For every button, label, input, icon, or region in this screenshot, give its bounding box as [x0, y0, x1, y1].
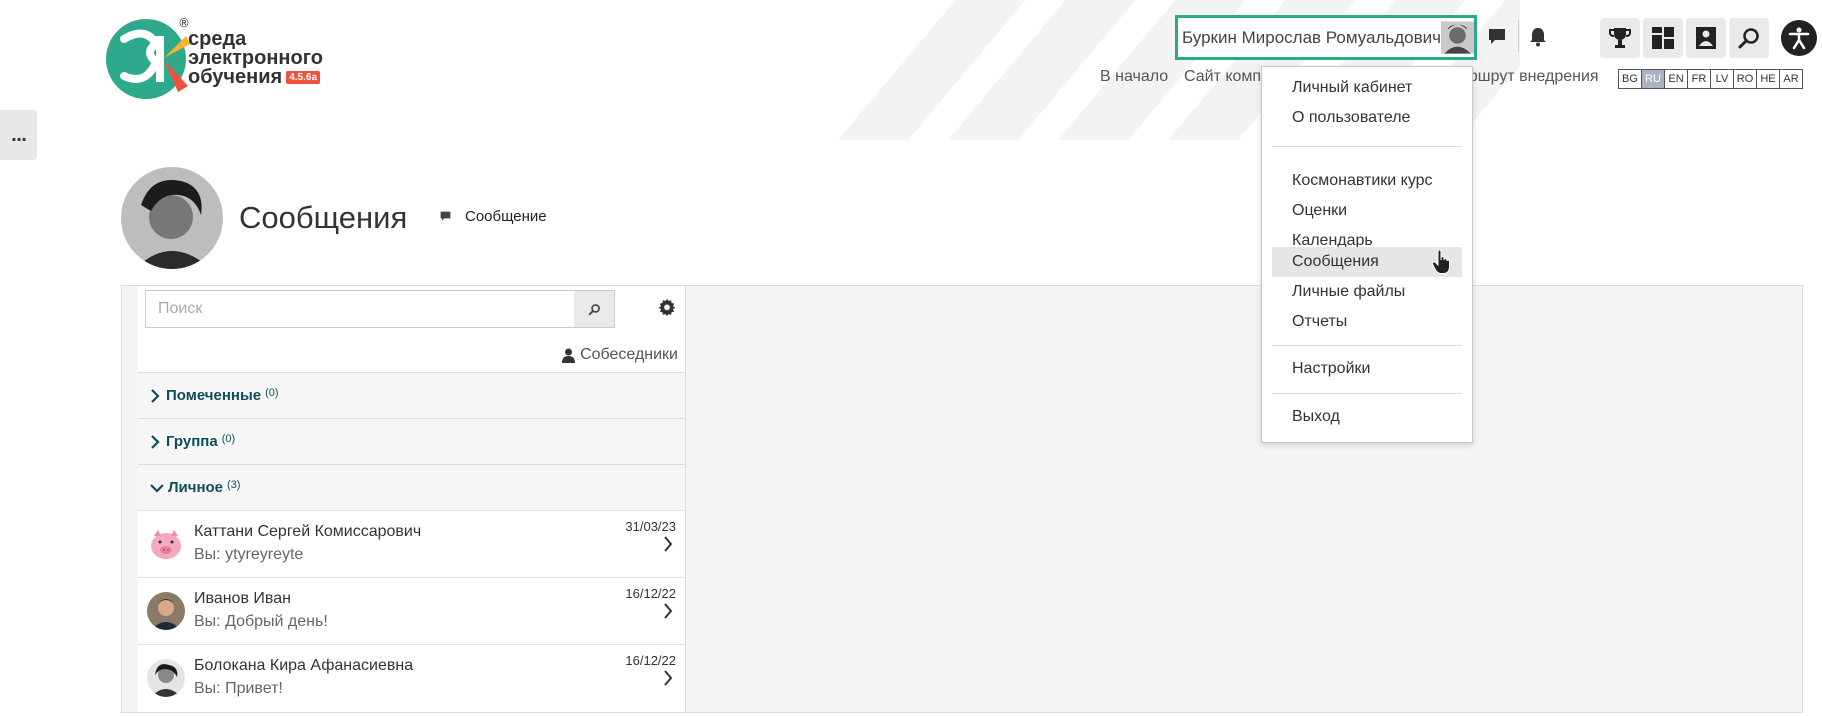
profile-card-button[interactable] [1686, 18, 1726, 58]
bell-icon [1530, 28, 1546, 47]
menu-item-private-files[interactable]: Личные файлы [1272, 277, 1462, 307]
trophy-icon [1609, 28, 1631, 48]
user-card-icon [1696, 27, 1716, 49]
chevron-right-icon [151, 434, 160, 449]
menu-item-course[interactable]: Космонавтики курс [1272, 166, 1462, 196]
dashboard-button[interactable] [1643, 18, 1683, 58]
logo-text: среда электронного обучения 4.5.6a [188, 29, 323, 88]
user-photo [121, 167, 223, 269]
menu-divider [1272, 146, 1462, 147]
menu-item-logout[interactable]: Выход [1272, 402, 1462, 432]
language-switcher: BG RU EN FR LV RO HE AR [1618, 69, 1803, 89]
menu-item-reports[interactable]: Отчеты [1272, 307, 1462, 337]
section-starred-count: (0) [265, 386, 279, 399]
nav-company-site-link[interactable]: Сайт компа [1184, 68, 1270, 86]
section-group[interactable]: Группа (0) [138, 418, 685, 464]
global-search-button[interactable] [1729, 18, 1769, 58]
drawer-toggle-button[interactable]: ... [0, 110, 37, 160]
new-message-label: Сообщение [465, 208, 547, 225]
notifications-button[interactable] [1523, 22, 1553, 52]
accessibility-icon [1788, 27, 1810, 50]
user-name: Буркин Мирослав Ромуальдович [1182, 27, 1442, 47]
hand-cursor-icon [1432, 250, 1450, 274]
page-title: Сообщения [239, 200, 408, 235]
nav-home-link[interactable]: В начало [1100, 68, 1168, 86]
chat-bubble-icon [440, 211, 451, 221]
conversation-date: 16/12/22 [625, 586, 676, 601]
new-message-link[interactable]: Сообщение [440, 208, 547, 225]
chevron-right-icon [664, 536, 673, 552]
menu-divider [1272, 345, 1462, 346]
conversation-item[interactable]: Болокана Кира Афанасиевна Вы: Привет! 16… [138, 644, 685, 711]
section-private-name: Личное [168, 479, 224, 496]
accessibility-button[interactable] [1781, 20, 1817, 56]
section-private-count: (3) [227, 478, 241, 491]
conversation-name: Болокана Кира Афанасиевна [194, 657, 414, 674]
language-option-ro[interactable]: RO [1733, 69, 1757, 89]
language-option-bg[interactable]: BG [1618, 69, 1642, 89]
conversation-avatar [147, 592, 185, 630]
contacts-label: Собеседники [580, 346, 678, 363]
user-avatar [1441, 21, 1474, 54]
user-photo [147, 592, 185, 630]
chevron-down-icon [150, 483, 164, 493]
header-separator [1518, 20, 1519, 52]
conversation-avatar [147, 525, 185, 563]
contacts-link[interactable]: Собеседники [562, 346, 678, 364]
conversation-name: Каттани Сергей Комиссарович [194, 523, 422, 540]
messages-button[interactable] [1482, 22, 1512, 52]
section-group-name: Группа [166, 433, 218, 450]
language-option-he[interactable]: HE [1756, 69, 1780, 89]
page-user-avatar [121, 167, 223, 269]
menu-item-grades[interactable]: Оценки [1272, 196, 1462, 226]
dashboard-grid-icon [1652, 27, 1674, 49]
message-search-input[interactable] [146, 291, 574, 327]
search-icon [1738, 28, 1759, 49]
conversation-avatar [147, 659, 185, 697]
user-menu-toggle[interactable]: Буркин Мирослав Ромуальдович [1175, 15, 1477, 60]
section-private[interactable]: Личное (3) [138, 464, 685, 510]
menu-item-preferences[interactable]: Настройки [1272, 354, 1462, 384]
user-photo [147, 659, 185, 697]
messaging-settings-button[interactable] [658, 298, 676, 320]
menu-item-dashboard[interactable]: Личный кабинет [1272, 73, 1462, 103]
section-group-count: (0) [221, 432, 236, 445]
site-logo[interactable]: ® среда электронного обучения 4.5.6a [104, 14, 334, 104]
language-option-ru[interactable]: RU [1641, 69, 1665, 89]
message-search-box [145, 290, 615, 328]
chevron-right-icon [664, 670, 673, 686]
menu-divider [1272, 393, 1462, 394]
message-search-button[interactable] [574, 291, 614, 327]
more-dots-icon: ... [10, 125, 27, 145]
version-badge: 4.5.6a [286, 71, 321, 85]
logo-line-3: обучения [188, 66, 283, 88]
pig-avatar-icon [147, 525, 185, 563]
chat-bubble-icon [1489, 29, 1505, 44]
conversation-last-message: Вы: Привет! [194, 680, 283, 697]
section-starred[interactable]: Помеченные (0) [138, 372, 685, 418]
section-starred-name: Помеченные [166, 387, 262, 404]
search-icon [588, 303, 600, 315]
language-option-ar[interactable]: AR [1779, 69, 1803, 89]
conversation-last-message: Вы: ytyreyreyte [194, 546, 304, 563]
conversation-last-message: Вы: Добрый день! [194, 613, 328, 630]
language-option-en[interactable]: EN [1664, 69, 1688, 89]
language-option-lv[interactable]: LV [1710, 69, 1734, 89]
achievements-button[interactable] [1600, 18, 1640, 58]
conversation-name: Иванов Иван [194, 590, 291, 607]
chevron-right-icon [664, 603, 673, 619]
menu-item-profile[interactable]: О пользователе [1272, 103, 1462, 133]
conversation-item[interactable]: Иванов Иван Вы: Добрый день! 16/12/22 [138, 577, 685, 644]
conversation-date: 16/12/22 [625, 653, 676, 668]
conversation-item[interactable]: Каттани Сергей Комиссарович Вы: ytyreyre… [138, 510, 685, 577]
conversation-date: 31/03/23 [625, 519, 676, 534]
language-option-fr[interactable]: FR [1687, 69, 1711, 89]
gear-icon [658, 298, 676, 316]
chevron-right-icon [151, 388, 160, 403]
nav-implementation-route-link[interactable]: аршрут внедрения [1460, 68, 1599, 86]
user-icon [562, 348, 576, 363]
